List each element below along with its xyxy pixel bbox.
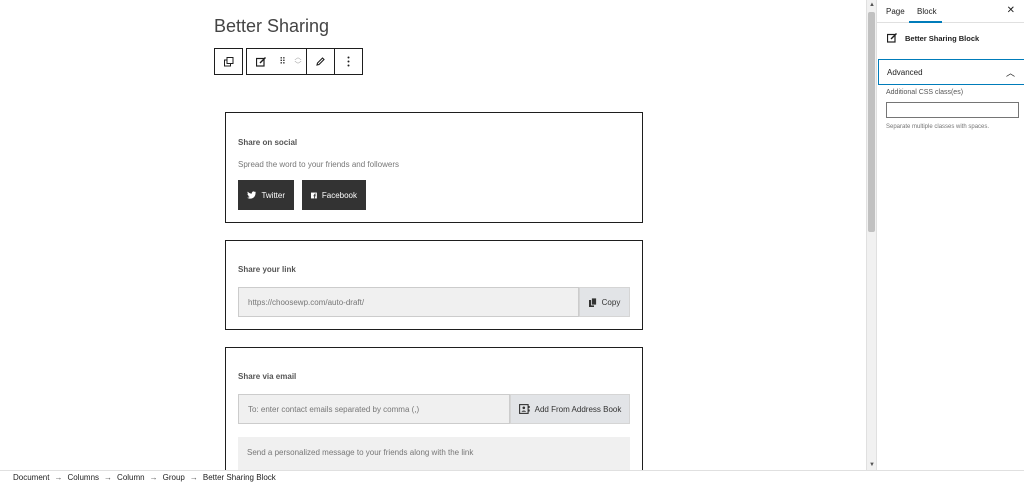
parent-block-icon — [223, 56, 233, 66]
scroll-down-icon[interactable]: ▼ — [868, 461, 876, 469]
share-social-card: Share on social Spread the word to your … — [225, 112, 643, 223]
breadcrumb-separator: → — [104, 473, 113, 482]
address-book-label: Add From Address Book — [534, 404, 622, 414]
scrollbar-thumb[interactable] — [868, 12, 875, 232]
settings-sidebar: Page Block ✕ Better Sharing Block Advanc… — [876, 0, 1024, 470]
edit-button[interactable] — [307, 49, 334, 74]
block-name: Better Sharing Block — [905, 33, 980, 43]
css-class-label: Additional CSS class(es) — [886, 89, 964, 96]
editor-scrollbar[interactable]: ▲ ▼ — [866, 0, 876, 470]
block-mover: ︿ ﹀ — [290, 49, 306, 74]
block-card: Better Sharing Block — [887, 33, 979, 43]
address-book-icon — [518, 404, 530, 414]
block-type-button[interactable] — [247, 49, 274, 74]
css-class-help: Separate multiple classes with spaces. — [886, 124, 990, 130]
email-recipients-input[interactable]: To: enter contact emails separated by co… — [238, 394, 510, 424]
link-card-title: Share your link — [238, 265, 296, 274]
share-email-card: Share via email To: enter contact emails… — [225, 347, 643, 470]
block-controls-group: ⠿ ︿ ﹀ — [246, 48, 363, 75]
move-down-icon[interactable]: ﹀ — [295, 62, 302, 70]
copy-link-button[interactable]: Copy — [579, 287, 630, 317]
active-tab-indicator — [909, 21, 942, 23]
copy-icon — [588, 297, 597, 307]
copy-label: Copy — [601, 297, 621, 307]
twitter-label: Twitter — [261, 190, 285, 200]
breadcrumb-separator: → — [189, 473, 198, 482]
move-up-icon[interactable]: ︿ — [295, 54, 302, 62]
email-card-title: Share via email — [238, 372, 297, 381]
share-link-field[interactable]: https://choosewp.com/auto-draft/ — [238, 287, 579, 317]
share-block-icon — [255, 56, 266, 67]
breadcrumb-separator: → — [149, 473, 158, 482]
more-options-button[interactable] — [335, 49, 362, 74]
scroll-up-icon[interactable]: ▲ — [868, 1, 876, 9]
facebook-icon — [311, 192, 317, 198]
address-book-button[interactable]: Add From Address Book — [510, 394, 630, 424]
block-toolbar: ⠿ ︿ ﹀ — [214, 48, 363, 75]
twitter-icon — [247, 191, 257, 199]
select-parent-button[interactable] — [215, 49, 242, 74]
parent-selector-group — [214, 48, 243, 75]
advanced-panel-toggle[interactable]: Advanced ︿ — [878, 59, 1024, 85]
more-vertical-icon — [347, 56, 350, 67]
css-class-input[interactable] — [886, 102, 1019, 118]
share-link-card: Share your link https://choosewp.com/aut… — [225, 240, 643, 330]
sidebar-tabs: Page Block ✕ — [877, 0, 1024, 23]
breadcrumb-item-better-sharing-block[interactable]: Better Sharing Block — [203, 471, 276, 484]
email-message-textarea[interactable]: Send a personalized message to your frie… — [238, 437, 630, 470]
social-card-title: Share on social — [238, 138, 298, 147]
breadcrumb-item-document[interactable]: Document — [13, 471, 49, 484]
breadcrumb-separator: → — [54, 473, 63, 482]
share-block-icon — [887, 33, 897, 43]
facebook-label: Facebook — [321, 190, 357, 200]
breadcrumb-item-column[interactable]: Column — [117, 471, 145, 484]
breadcrumb: Document → Columns → Column → Group → Better Sha… — [0, 470, 1024, 483]
social-card-subtitle: Spread the word to your friends and foll… — [238, 160, 399, 169]
tab-page[interactable]: Page — [886, 7, 905, 16]
breadcrumb-item-group[interactable]: Group — [163, 471, 185, 484]
advanced-label: Advanced — [887, 67, 923, 77]
chevron-up-icon: ︿ — [1005, 68, 1015, 78]
editor-canvas: Better Sharing ⠿ ︿ ﹀ Share on social Spr… — [0, 0, 866, 470]
pencil-icon — [316, 57, 325, 66]
post-title[interactable]: Better Sharing — [214, 16, 329, 37]
facebook-share-button[interactable]: Facebook — [302, 180, 366, 210]
tab-block[interactable]: Block — [917, 7, 937, 16]
breadcrumb-item-columns[interactable]: Columns — [67, 471, 99, 484]
close-sidebar-icon[interactable]: ✕ — [1007, 5, 1015, 16]
twitter-share-button[interactable]: Twitter — [238, 180, 294, 210]
drag-handle-icon[interactable]: ⠿ — [274, 49, 290, 74]
